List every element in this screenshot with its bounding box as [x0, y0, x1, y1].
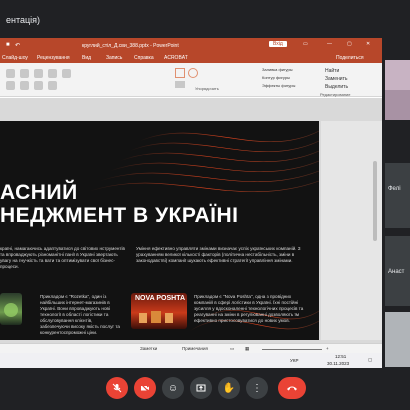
sign-in-button[interactable]: Вхід [269, 41, 287, 47]
select-button[interactable]: Выделить [325, 84, 348, 90]
maximize-icon[interactable]: ▢ [347, 41, 352, 47]
align-center-icon[interactable] [20, 69, 29, 78]
hand-icon: ✋ [222, 382, 236, 394]
slide-left-text: країні, намагаючись адаптуватися до світ… [0, 246, 125, 269]
keyboard-language[interactable]: УКР [290, 358, 298, 363]
rozetka-image [0, 293, 22, 325]
numbering-icon[interactable] [48, 69, 57, 78]
sorter-view-icon[interactable]: ▦ [245, 346, 249, 352]
tab-help[interactable]: Справка [134, 55, 154, 61]
arrange-group-label: Упорядочить [195, 86, 219, 91]
raise-hand-button[interactable]: ✋ [218, 377, 240, 399]
columns-icon[interactable] [20, 81, 29, 90]
notes-button[interactable]: Заметки [140, 346, 157, 351]
tab-slideshow[interactable]: Слайд-шоу [2, 55, 28, 61]
meet-top-bar: ентація) [0, 0, 410, 38]
participant-tile[interactable] [385, 60, 410, 120]
smartart-icon[interactable] [48, 81, 57, 90]
ribbon-tabs: Слайд-шоу Рецензування Вид Запись Справк… [0, 52, 382, 63]
participant-tile[interactable]: Фелі [385, 163, 410, 228]
ppt-filename: круглий_стіл_Д.сви_388.pptx - PowerPoint [82, 43, 179, 49]
meeting-title: ентація) [6, 15, 41, 25]
arrange-icon[interactable] [175, 81, 185, 88]
ribbon-options-icon[interactable]: ▭ [303, 41, 308, 47]
rozetka-text: Прикладом є "Rozetka", один із найбільши… [40, 294, 120, 335]
replace-button[interactable]: Заменить [325, 76, 347, 82]
shapes-icon[interactable] [175, 68, 185, 78]
shape-fill[interactable]: Заливка фигуры [262, 67, 293, 72]
align-left-icon[interactable] [6, 69, 15, 78]
shape-outline[interactable]: Контур фигуры [262, 75, 290, 80]
participant-tile[interactable]: Анаст [385, 236, 410, 306]
bullets-icon[interactable] [34, 69, 43, 78]
participant-name: Фелі [388, 186, 401, 192]
status-bar: Заметки Примечания ▭ ▦ + [0, 343, 382, 353]
slide-mid-text: Уміння ефективно управляти змінами визна… [136, 246, 301, 263]
more-vert-icon: ⋮ [252, 382, 262, 394]
indent-icon[interactable] [6, 81, 15, 90]
line-spacing-icon[interactable] [62, 69, 71, 78]
present-screen-icon [196, 384, 206, 392]
minimize-icon[interactable]: — [327, 41, 332, 47]
slide-canvas[interactable]: АСНИЙ НЕДЖМЕНТ В УКРАЇНІ країні, намагаю… [0, 121, 319, 340]
normal-view-icon[interactable]: ▭ [230, 346, 234, 352]
camera-off-button[interactable] [134, 377, 156, 399]
windows-taskbar: УКР 12:51 30.11.2023 ▢ [0, 353, 382, 368]
share-button[interactable]: Поделиться [336, 55, 364, 61]
slide-thumbnail-pane [321, 121, 382, 340]
nova-poshta-logo: NOVA POSHTA [135, 295, 186, 302]
find-button[interactable]: Найти [325, 68, 339, 74]
ribbon: Упорядочить Заливка фигуры Контур фигуры… [0, 63, 382, 97]
nova-poshta-text: Прикладом є "Nova Poshta", одна з провід… [194, 294, 304, 323]
end-call-button[interactable] [278, 377, 306, 399]
emoji-icon: ☺ [167, 382, 179, 394]
zoom-in-button[interactable]: + [326, 346, 329, 351]
reactions-button[interactable]: ☺ [162, 377, 184, 399]
close-icon[interactable]: ✕ [366, 41, 370, 47]
camera-off-icon [140, 383, 150, 393]
clock-date: 30.11.2023 [327, 361, 350, 366]
notifications-icon[interactable]: ▢ [368, 357, 372, 363]
text-direction-icon[interactable] [34, 81, 43, 90]
editing-group-label: Редактирование [320, 92, 351, 97]
participant-tile[interactable] [385, 312, 410, 367]
tab-view[interactable]: Вид [82, 55, 91, 61]
tab-acrobat[interactable]: ACROBAT [164, 55, 188, 61]
slide-title-line1: АСНИЙ [0, 181, 78, 204]
nova-poshta-image: NOVA POSHTA [131, 293, 187, 329]
microphone-off-button[interactable] [106, 377, 128, 399]
editor-top-gap [0, 98, 382, 121]
slide-title-line2: НЕДЖМЕНТ В УКРАЇНІ [0, 204, 239, 227]
mic-off-icon [112, 383, 122, 393]
tab-review[interactable]: Рецензування [37, 55, 70, 61]
comments-button[interactable]: Примечания [182, 346, 208, 351]
scrollbar[interactable] [373, 161, 377, 241]
participant-name: Анаст [388, 269, 405, 275]
clock-time: 12:51 [335, 354, 347, 359]
undo-icon[interactable]: ↶ [15, 42, 20, 49]
save-icon[interactable]: ■ [6, 42, 10, 48]
present-button[interactable] [190, 377, 212, 399]
oval-icon[interactable] [188, 68, 198, 78]
zoom-slider[interactable] [262, 349, 322, 350]
shape-effects[interactable]: Эффекты фигуры [262, 83, 295, 88]
more-options-button[interactable]: ⋮ [246, 377, 268, 399]
powerpoint-titlebar: ■ ↶ круглий_стіл_Д.сви_388.pptx - PowerP… [0, 38, 382, 52]
phone-hangup-icon [287, 386, 297, 391]
tab-record[interactable]: Запись [106, 55, 122, 61]
shared-screen: ■ ↶ круглий_стіл_Д.сви_388.pptx - PowerP… [0, 38, 382, 368]
